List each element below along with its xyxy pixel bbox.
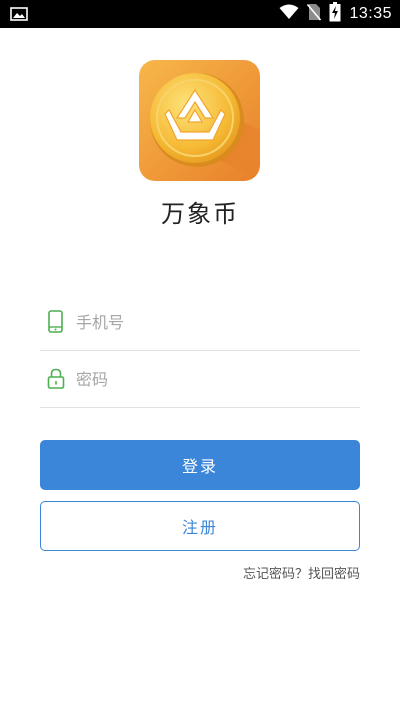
- phone-input[interactable]: [76, 304, 346, 340]
- app-name: 万象币: [161, 200, 239, 228]
- no-sim-icon: [307, 3, 322, 25]
- register-button[interactable]: 注册: [40, 501, 360, 551]
- phone-icon: [46, 310, 66, 334]
- password-input[interactable]: [76, 361, 346, 397]
- login-button[interactable]: 登录: [40, 440, 360, 490]
- password-field-row: [40, 351, 360, 408]
- status-bar: 13:35: [0, 0, 400, 28]
- image-icon: [10, 6, 28, 22]
- login-screen: 13:35 万象币 手机号 登录 注册 忘记密码？找回密码: [0, 0, 400, 711]
- coin-crown-logo-icon: [139, 60, 260, 181]
- battery-charging-icon: [329, 2, 341, 26]
- phone-field-row: [40, 294, 360, 351]
- lock-icon: [46, 367, 66, 391]
- forgot-password-link[interactable]: 忘记密码？找回密码: [243, 563, 360, 582]
- wifi-icon: [279, 4, 299, 24]
- status-time: 13:35: [349, 5, 392, 22]
